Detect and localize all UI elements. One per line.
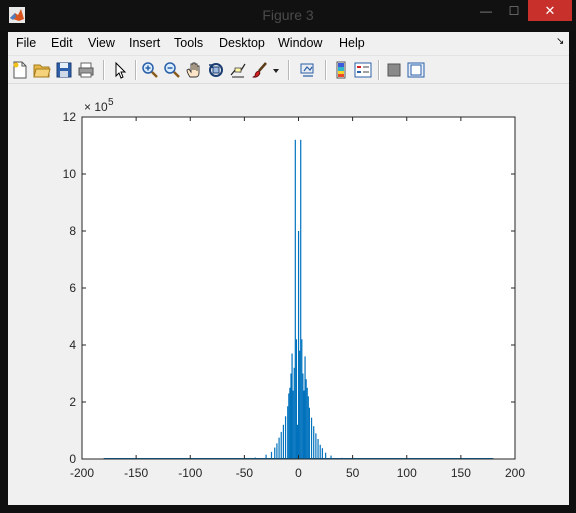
x-tick-label: -200 <box>70 466 94 480</box>
maximize-button[interactable]: ☐ <box>500 0 528 21</box>
toolbar-separator <box>378 60 380 80</box>
histogram-bar <box>321 448 323 459</box>
x-tick-label: 100 <box>397 466 417 480</box>
x-tick-label: -50 <box>236 466 254 480</box>
histogram-bar <box>282 424 285 459</box>
title-bar[interactable]: Figure 3 — ☐ ✕ <box>0 0 576 31</box>
histogram-bar <box>289 387 291 459</box>
histogram-bar <box>276 443 278 459</box>
histogram-chart[interactable]: -200 -150 -100 -50 0 50 100 150 200 0 2 4 6 8 10 12 × … <box>8 84 569 505</box>
histogram-bar <box>293 367 295 459</box>
histogram-bar <box>287 406 289 459</box>
x-tick-label: 200 <box>505 466 525 480</box>
toolbar-separator <box>135 60 137 80</box>
menu-file[interactable]: File <box>16 36 36 50</box>
histogram-bar <box>304 356 306 459</box>
x-tick-label: 50 <box>346 466 360 480</box>
histogram-bar <box>297 231 300 459</box>
histogram-bar <box>300 139 302 460</box>
histogram-bar <box>288 393 290 459</box>
histogram-bar <box>308 407 310 459</box>
y-tick-label: 2 <box>69 395 76 409</box>
histogram-bar <box>306 387 308 459</box>
histogram-bar <box>292 390 294 459</box>
histogram-bar <box>290 373 292 459</box>
print-icon[interactable] <box>77 61 95 79</box>
y-tick-label: 4 <box>69 338 76 352</box>
x-tick-label: -100 <box>178 466 202 480</box>
histogram-bar <box>299 350 301 459</box>
open-file-icon[interactable] <box>33 61 51 79</box>
new-figure-icon[interactable] <box>11 61 29 79</box>
menu-desktop[interactable]: Desktop <box>219 36 265 50</box>
histogram-bar <box>317 439 319 459</box>
toolbar-separator <box>103 60 105 80</box>
figure-canvas: -200 -150 -100 -50 0 50 100 150 200 0 2 4 6 8 10 12 × … <box>8 84 569 505</box>
y-tick-label: 6 <box>69 281 76 295</box>
save-icon[interactable] <box>55 61 73 79</box>
x-tick-label: 0 <box>295 466 302 480</box>
x-tick-label: -150 <box>124 466 148 480</box>
link-plot-icon[interactable] <box>299 61 317 79</box>
histogram-bar <box>295 339 297 459</box>
histogram-bar <box>305 379 307 459</box>
brush-dropdown-icon[interactable] <box>271 61 281 79</box>
histogram-bar <box>294 139 296 460</box>
show-plot-tools-icon[interactable] <box>407 61 425 79</box>
x-tick-label: 150 <box>451 466 471 480</box>
dock-arrow-icon[interactable]: ↘ <box>556 36 564 47</box>
histogram-bar <box>315 433 317 459</box>
figure-toolbar <box>8 55 569 84</box>
histogram-bar <box>319 444 321 459</box>
histogram-bar <box>310 417 313 459</box>
legend-icon[interactable] <box>354 61 372 79</box>
histogram-bar <box>301 339 303 459</box>
brush-icon[interactable] <box>251 61 269 79</box>
menu-help[interactable]: Help <box>339 36 365 50</box>
zoom-out-icon[interactable] <box>163 61 181 79</box>
histogram-bar <box>274 447 276 459</box>
y-exponent-power: 5 <box>108 97 114 108</box>
figure-window: Figure 3 — ☐ ✕ File Edit View Insert Too… <box>0 0 576 513</box>
minimize-button[interactable]: — <box>472 0 500 21</box>
y-tick-label: 0 <box>69 452 76 466</box>
y-tick-label: 10 <box>63 167 77 181</box>
menu-tools[interactable]: Tools <box>174 36 203 50</box>
zoom-in-icon[interactable] <box>141 61 159 79</box>
colorbar-icon[interactable] <box>332 61 350 79</box>
close-button[interactable]: ✕ <box>528 0 572 21</box>
y-tick-label: 8 <box>69 224 76 238</box>
histogram-bar <box>302 373 304 459</box>
toolbar-separator <box>325 60 327 80</box>
data-cursor-icon[interactable] <box>229 61 247 79</box>
pan-hand-icon[interactable] <box>185 61 203 79</box>
histogram-bar <box>303 390 305 459</box>
toolbar-separator <box>288 60 290 80</box>
menu-edit[interactable]: Edit <box>51 36 73 50</box>
hide-plot-tools-icon[interactable] <box>385 61 403 79</box>
rotate-3d-icon[interactable] <box>207 61 225 79</box>
menu-view[interactable]: View <box>88 36 115 50</box>
histogram-bar <box>313 426 315 459</box>
y-tick-label: 12 <box>63 110 77 124</box>
histogram-bar <box>280 431 282 459</box>
menu-insert[interactable]: Insert <box>129 36 160 50</box>
histogram-bar <box>284 416 287 459</box>
menu-bar: File Edit View Insert Tools Desktop Wind… <box>8 32 569 55</box>
y-exponent-base: × 10 <box>84 100 108 114</box>
histogram-bar <box>278 437 280 459</box>
select-arrow-icon[interactable] <box>111 61 129 79</box>
histogram-bar <box>296 424 299 459</box>
histogram-bar <box>291 353 293 459</box>
menu-window[interactable]: Window <box>278 36 322 50</box>
histogram-bar <box>307 396 309 459</box>
histogram-bar <box>270 451 273 459</box>
